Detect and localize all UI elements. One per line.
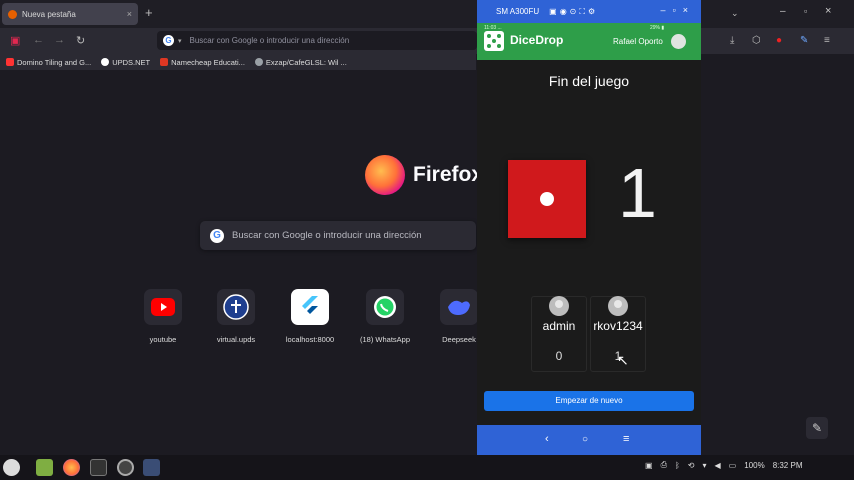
shortcut-label: youtube bbox=[149, 335, 177, 344]
tab-new-tab[interactable]: Nueva pestaña × bbox=[2, 3, 138, 25]
wifi-icon[interactable]: ▾ bbox=[702, 461, 706, 470]
home-icon[interactable]: ○ bbox=[582, 434, 588, 445]
downloads-icon[interactable]: ⤓ bbox=[730, 35, 734, 46]
search-box[interactable]: G Buscar con Google o introducir una dir… bbox=[200, 221, 476, 250]
ublock-icon[interactable]: ● bbox=[776, 35, 782, 46]
scrcpy-icon[interactable] bbox=[143, 459, 160, 476]
terminal-icon[interactable] bbox=[90, 459, 107, 476]
game-over-title: Fin del juego bbox=[548, 73, 630, 89]
bookmarks-toolbar: Domino Tiling and G... UPDS.NET Namechea… bbox=[0, 54, 476, 70]
app-title: DiceDrop bbox=[510, 33, 564, 47]
firefox-logo-icon bbox=[365, 155, 405, 195]
status-battery: 29% ▮ bbox=[650, 25, 665, 31]
mouse-cursor-icon: ↖ bbox=[617, 352, 629, 368]
roll-value: 1 bbox=[618, 154, 657, 232]
reload-icon[interactable]: ↻ bbox=[76, 34, 85, 47]
device-name: SM A300FU bbox=[496, 7, 540, 16]
shortcut-tile[interactable]: (18) WhatsApp bbox=[352, 289, 418, 344]
customize-pencil-icon[interactable]: ✎ bbox=[806, 417, 828, 439]
youtube-icon bbox=[144, 289, 182, 325]
battery-percent: 100% bbox=[744, 460, 765, 470]
shortcut-label: (18) WhatsApp bbox=[359, 335, 411, 344]
printer-icon[interactable]: ⎙ bbox=[661, 460, 667, 470]
restart-button[interactable]: Empezar de nuevo bbox=[484, 391, 694, 411]
extensions-icon[interactable]: ⬡ bbox=[752, 35, 761, 46]
container-icon[interactable]: ▣ bbox=[10, 34, 20, 47]
search-engine-chevron-icon[interactable]: ▾ bbox=[178, 37, 182, 45]
maximize-icon[interactable]: ▫ bbox=[804, 6, 807, 16]
back-icon[interactable]: ← bbox=[33, 34, 44, 46]
volume-icon[interactable]: ◀ bbox=[715, 461, 721, 470]
youtube-icon bbox=[6, 58, 14, 66]
battery-icon[interactable]: ▭ bbox=[729, 461, 737, 470]
menu-icon[interactable]: ≡ bbox=[824, 35, 830, 46]
phone-toolbar-icons[interactable]: ▣◉⊙⛶⚙ bbox=[549, 7, 598, 17]
tab-title: Nueva pestaña bbox=[22, 9, 76, 19]
die-pip bbox=[540, 192, 554, 206]
shortcut-tile[interactable]: youtube bbox=[130, 289, 196, 344]
phone-window-controls[interactable]: –▫× bbox=[661, 5, 695, 15]
shortcut-tile[interactable]: localhost:8000 bbox=[277, 289, 343, 344]
tab-close-icon[interactable]: × bbox=[127, 9, 132, 19]
bookmark-item[interactable]: Namecheap Educati... bbox=[160, 58, 245, 67]
flutter-icon bbox=[291, 289, 329, 325]
shortcut-label: localhost:8000 bbox=[285, 335, 335, 344]
upds-icon bbox=[101, 58, 110, 66]
close-icon[interactable]: × bbox=[825, 5, 831, 17]
bookmark-item[interactable]: Domino Tiling and G... bbox=[6, 58, 91, 67]
bookmark-item[interactable]: Exzap/CafeGLSL: Wil ... bbox=[254, 58, 347, 67]
firefox-favicon-icon bbox=[8, 9, 17, 19]
namecheap-icon bbox=[160, 58, 169, 66]
dice-logo-icon bbox=[484, 31, 504, 51]
minimize-icon[interactable]: – bbox=[780, 6, 786, 17]
network-icon[interactable]: ⟲ bbox=[688, 461, 695, 470]
firefox-icon[interactable] bbox=[63, 459, 80, 476]
deepseek-icon bbox=[440, 289, 478, 325]
start-menu-icon[interactable] bbox=[3, 459, 20, 476]
game-screen bbox=[477, 60, 701, 425]
die-face bbox=[508, 160, 586, 238]
clock[interactable]: 8:32 PM bbox=[773, 461, 803, 470]
phone-window-titlebar: SM A300FU ▣◉⊙⛶⚙ –▫× bbox=[477, 0, 701, 23]
firefox-wordmark: Firefox bbox=[413, 163, 484, 186]
address-bar[interactable]: G ▾ Buscar con Google o introducir una d… bbox=[157, 31, 477, 50]
bookmark-item[interactable]: UPDS.NET bbox=[101, 58, 150, 67]
user-name: Rafael Oporto bbox=[613, 37, 663, 46]
forward-icon[interactable]: → bbox=[54, 34, 65, 46]
player-card: admin 0 bbox=[529, 296, 589, 372]
google-icon: G bbox=[163, 35, 174, 46]
upds-icon bbox=[217, 289, 255, 325]
settings-icon[interactable] bbox=[117, 459, 134, 476]
shortcut-label: virtual.upds bbox=[216, 335, 256, 344]
notification-icon[interactable]: ▣ bbox=[645, 461, 653, 470]
new-tab-button[interactable]: + bbox=[145, 5, 153, 20]
google-icon: G bbox=[210, 228, 224, 243]
files-icon[interactable] bbox=[36, 459, 53, 476]
android-nav-bar bbox=[477, 425, 701, 455]
whatsapp-icon bbox=[366, 289, 404, 325]
address-placeholder: Buscar con Google o introducir una direc… bbox=[189, 36, 350, 45]
list-tabs-icon[interactable]: ⌄ bbox=[731, 8, 739, 19]
search-placeholder: Buscar con Google o introducir una direc… bbox=[232, 230, 422, 241]
back-icon[interactable]: ‹ bbox=[545, 433, 549, 445]
system-tray: ▣ ⎙ ᛒ ⟲ ▾ ◀ ▭ 100% 8:32 PM bbox=[645, 460, 810, 470]
github-icon bbox=[254, 58, 263, 66]
recents-icon[interactable]: ≡ bbox=[623, 433, 629, 445]
translate-icon[interactable]: ✎ bbox=[800, 35, 808, 46]
player-avatar bbox=[549, 296, 569, 316]
player-avatar bbox=[608, 296, 628, 316]
shortcut-tile[interactable]: virtual.upds bbox=[203, 289, 269, 344]
user-avatar[interactable] bbox=[671, 34, 686, 49]
bluetooth-icon[interactable]: ᛒ bbox=[675, 461, 680, 470]
